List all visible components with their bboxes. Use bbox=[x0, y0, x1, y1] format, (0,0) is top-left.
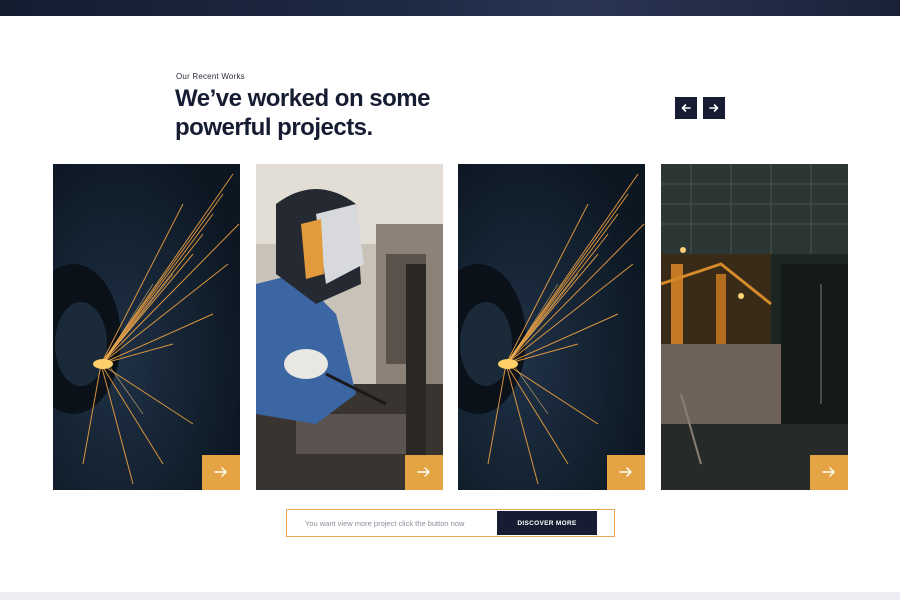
discover-more-button[interactable]: DISCOVER MORE bbox=[497, 511, 597, 535]
arrow-right-icon bbox=[214, 467, 227, 477]
arrow-right-icon bbox=[417, 467, 430, 477]
project-card[interactable] bbox=[661, 164, 848, 490]
welder-mask-photo bbox=[256, 164, 443, 490]
arrow-right-icon bbox=[709, 104, 719, 112]
arrow-right-icon bbox=[822, 467, 835, 477]
project-card[interactable] bbox=[256, 164, 443, 490]
project-link-button[interactable] bbox=[405, 455, 443, 490]
top-banner-strip bbox=[0, 0, 900, 16]
section-headline: We’ve worked on some powerful projects. bbox=[175, 85, 430, 141]
project-link-button[interactable] bbox=[810, 455, 848, 490]
project-card[interactable] bbox=[53, 164, 240, 490]
section-eyebrow: Our Recent Works bbox=[176, 72, 245, 81]
cta-text: You want view more project click the but… bbox=[305, 519, 465, 528]
project-link-button[interactable] bbox=[607, 455, 645, 490]
footer-edge bbox=[0, 592, 900, 600]
grinding-sparks-photo bbox=[53, 164, 240, 490]
arrow-right-icon bbox=[619, 467, 632, 477]
project-link-button[interactable] bbox=[202, 455, 240, 490]
carousel-next-button[interactable] bbox=[703, 97, 725, 119]
arrow-left-icon bbox=[681, 104, 691, 112]
view-more-cta: You want view more project click the but… bbox=[286, 509, 615, 537]
industrial-plant-photo bbox=[661, 164, 848, 490]
project-card[interactable] bbox=[458, 164, 645, 490]
grinding-sparks-photo bbox=[458, 164, 645, 490]
carousel-prev-button[interactable] bbox=[675, 97, 697, 119]
